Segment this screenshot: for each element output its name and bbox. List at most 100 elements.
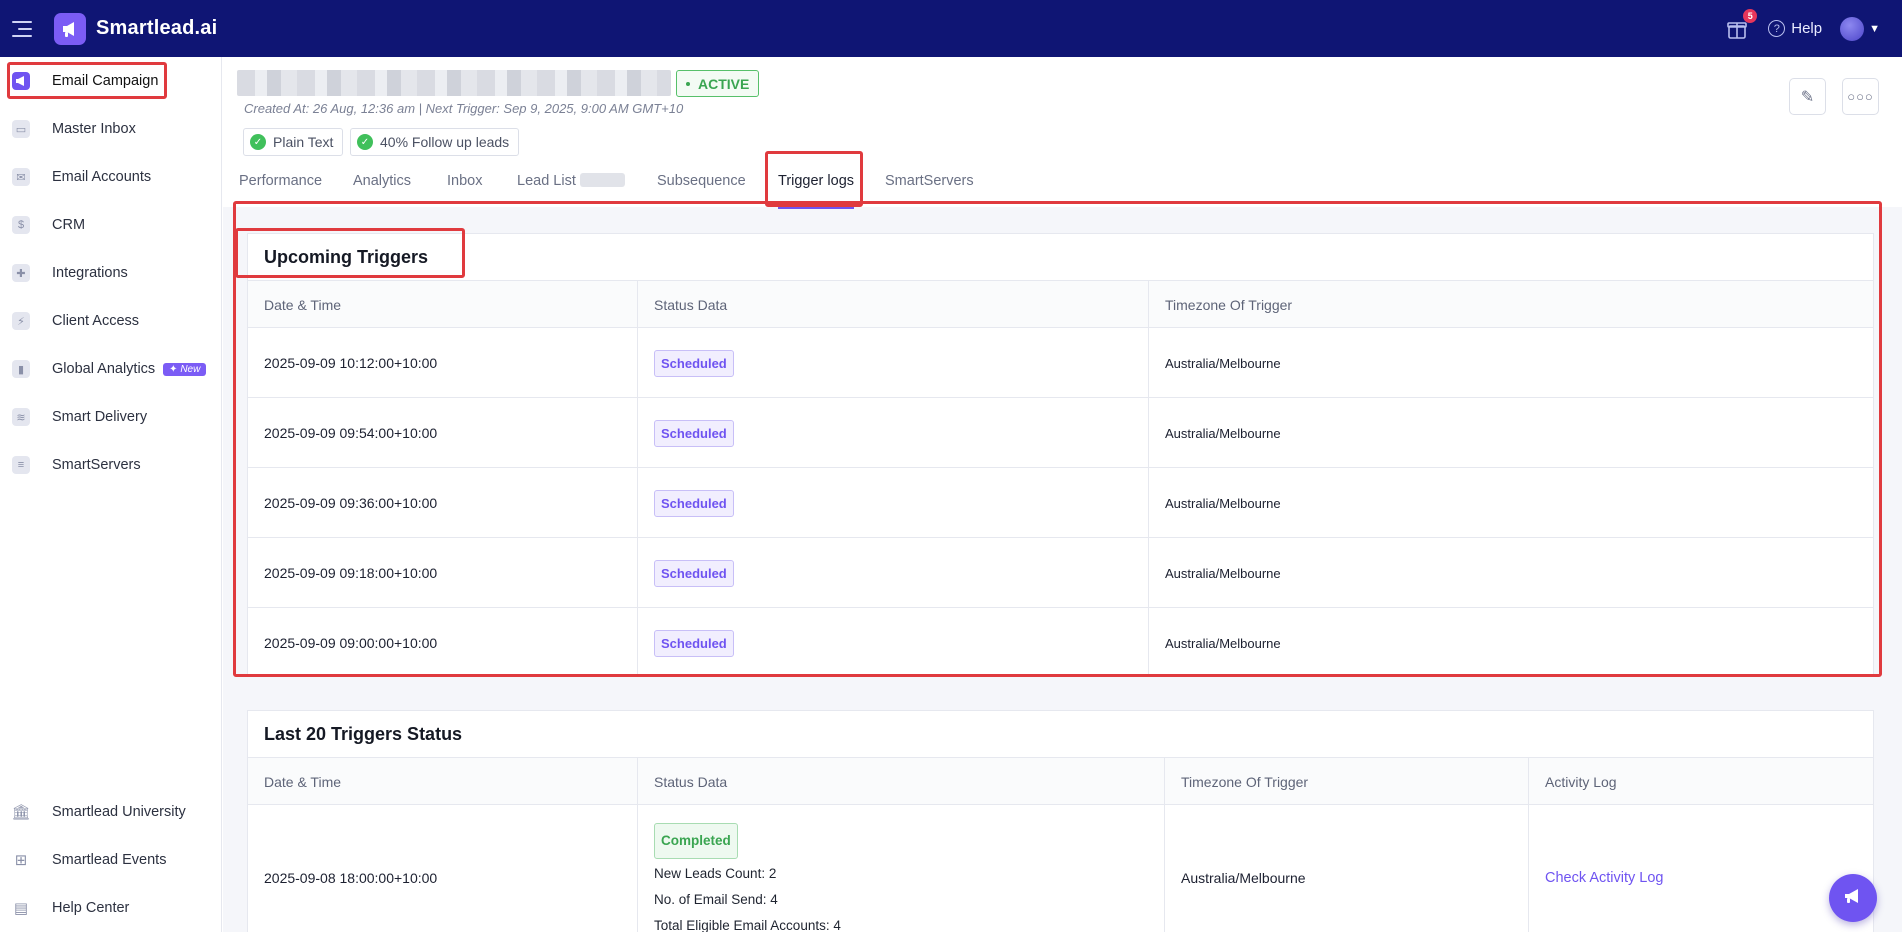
status-badge: Scheduled: [654, 559, 734, 587]
lead-count-redacted: [579, 173, 625, 187]
column-header: Date & Time: [264, 774, 342, 790]
column-header: Timezone Of Trigger: [1181, 774, 1309, 790]
edit-button[interactable]: ✎: [1789, 78, 1826, 115]
top-navbar: Smartlead.ai 5 ? Help ▼: [0, 0, 1902, 57]
table-row: 2025-09-09 09:18:00+10:00 Scheduled Aust…: [248, 538, 1873, 608]
sidebar-item-label: CRM: [52, 217, 86, 233]
datetime-cell: 2025-09-08 18:00:00+10:00: [264, 870, 438, 886]
envelope-icon: ✉: [12, 168, 30, 186]
table-row: 2025-09-08 18:00:00+10:00 Completed New …: [248, 805, 1873, 932]
sidebar-item-label: SmartServers: [52, 457, 141, 473]
sidebar-item-email-accounts[interactable]: ✉ Email Accounts: [0, 157, 222, 197]
chip-label: Plain Text: [273, 134, 334, 150]
status-badge: Scheduled: [654, 629, 734, 657]
logo-icon: [54, 12, 86, 45]
column-header: Date & Time: [264, 297, 342, 313]
more-icon: ○○○: [1847, 89, 1874, 104]
bank-icon: 🏛︎: [11, 804, 31, 821]
help-button[interactable]: ? Help: [1768, 20, 1822, 37]
tab-lead-list[interactable]: Lead List: [517, 173, 625, 189]
chat-support-button[interactable]: [1829, 874, 1877, 922]
tab-performance[interactable]: Performance: [239, 173, 322, 189]
check-activity-log-link[interactable]: Check Activity Log: [1545, 870, 1663, 886]
sidebar-item-label: Smart Delivery: [52, 409, 148, 425]
sidebar-item-label: Integrations: [52, 265, 128, 281]
sidebar-item-smartlead-university[interactable]: 🏛︎ Smartlead University: [0, 792, 222, 832]
new-leads-count: New Leads Count: 2: [654, 866, 777, 881]
sidebar-item-email-campaign[interactable]: Email Campaign: [0, 61, 222, 101]
timezone-cell: Australia/Melbourne: [1165, 495, 1281, 511]
sidebar-item-label: Client Access: [52, 313, 140, 329]
eligible-accounts-count: Total Eligible Email Accounts: 4: [654, 918, 841, 932]
layers-icon: ≋: [12, 408, 30, 426]
datetime-cell: 2025-09-09 10:12:00+10:00: [264, 355, 438, 371]
sidebar-item-label: Smartlead University: [52, 804, 186, 820]
status-cell: Scheduled: [638, 398, 734, 468]
timezone-cell: Australia/Melbourne: [1165, 425, 1281, 441]
new-badge: ✦ New: [163, 362, 207, 376]
megaphone-icon: [12, 72, 30, 90]
campaign-title-redacted: [237, 70, 671, 96]
sidebar-item-label: Email Accounts: [52, 169, 152, 185]
more-options-button[interactable]: ○○○: [1842, 78, 1879, 115]
status-cell: Scheduled: [638, 538, 734, 608]
server-icon: ≡: [12, 456, 30, 474]
status-cell: Scheduled: [638, 468, 734, 538]
sidebar-item-label: Help Center: [52, 900, 130, 916]
status-badge: Scheduled: [654, 489, 734, 517]
sidebar-item-label: Email Campaign: [52, 73, 159, 89]
card-title: Upcoming Triggers: [264, 247, 429, 267]
help-label: Help: [1791, 20, 1823, 37]
datetime-cell: 2025-09-09 09:54:00+10:00: [264, 425, 438, 441]
sidebar-item-integrations[interactable]: ✚ Integrations: [0, 253, 222, 293]
timezone-cell: Australia/Melbourne: [1165, 355, 1281, 371]
chevron-down-icon[interactable]: ▼: [1869, 23, 1880, 35]
sidebar-item-crm[interactable]: $ CRM: [0, 205, 222, 245]
timezone-cell: Australia/Melbourne: [1181, 870, 1306, 886]
column-header: Status Data: [654, 774, 728, 790]
status-badge: ACTIVE: [676, 70, 760, 97]
datetime-cell: 2025-09-09 09:18:00+10:00: [264, 565, 438, 581]
table-row: 2025-09-09 10:12:00+10:00 Scheduled Aust…: [248, 328, 1873, 398]
chip-label: 40% Follow up leads: [380, 134, 510, 150]
tab-analytics[interactable]: Analytics: [353, 173, 411, 189]
emails-sent-count: No. of Email Send: 4: [654, 892, 778, 907]
tab-subsequence[interactable]: Subsequence: [657, 173, 746, 189]
sidebar-item-smart-delivery[interactable]: ≋ Smart Delivery: [0, 397, 222, 437]
tab-bar: Performance Analytics Inbox Lead List Su…: [223, 165, 1902, 207]
sidebar-item-help-center[interactable]: ▤ Help Center: [0, 888, 222, 928]
timezone-cell: Australia/Melbourne: [1165, 565, 1281, 581]
status-cell: Scheduled: [638, 608, 734, 678]
sidebar-item-global-analytics[interactable]: ▮ Global Analytics ✦ New: [0, 349, 222, 389]
sidebar-item-smartlead-events[interactable]: ⊞ Smartlead Events: [0, 840, 222, 880]
menu-toggle-icon[interactable]: [12, 20, 32, 37]
app-logo[interactable]: Smartlead.ai: [54, 12, 218, 45]
sidebar-item-client-access[interactable]: ⚡ Client Access: [0, 301, 222, 341]
sidebar-item-smartservers[interactable]: ≡ SmartServers: [0, 445, 222, 485]
notification-badge: 5: [1743, 8, 1758, 23]
sidebar: Email Campaign ▭ Master Inbox ✉ Email Ac…: [0, 57, 222, 932]
status-badge: Scheduled: [654, 419, 734, 447]
inbox-icon: ▭: [12, 120, 30, 138]
tab-label: Lead List: [517, 173, 576, 189]
activity-cell: Check Activity Log: [1529, 805, 1663, 932]
puzzle-icon: ✚: [12, 264, 30, 282]
dollar-icon: $: [12, 216, 30, 234]
gift-icon[interactable]: 5: [1726, 8, 1758, 40]
table-row: 2025-09-09 09:00:00+10:00 Scheduled Aust…: [248, 608, 1873, 678]
bar-chart-icon: ▮: [12, 360, 30, 378]
chip-plain-text: ✓ Plain Text: [243, 128, 344, 156]
avatar[interactable]: [1840, 16, 1865, 41]
check-icon: ✓: [250, 134, 266, 150]
bolt-icon: ⚡: [12, 312, 30, 330]
datetime-cell: 2025-09-09 09:00:00+10:00: [264, 635, 438, 651]
tab-inbox[interactable]: Inbox: [447, 173, 482, 189]
card-title: Last 20 Triggers Status: [264, 724, 463, 744]
check-icon: ✓: [357, 134, 373, 150]
sidebar-item-master-inbox[interactable]: ▭ Master Inbox: [0, 109, 222, 149]
column-header: Status Data: [654, 297, 728, 313]
app-name: Smartlead.ai: [96, 17, 218, 39]
tab-smartservers[interactable]: SmartServers: [885, 173, 974, 189]
status-dot-icon: [686, 81, 690, 86]
tab-trigger-logs[interactable]: Trigger logs: [778, 173, 854, 189]
